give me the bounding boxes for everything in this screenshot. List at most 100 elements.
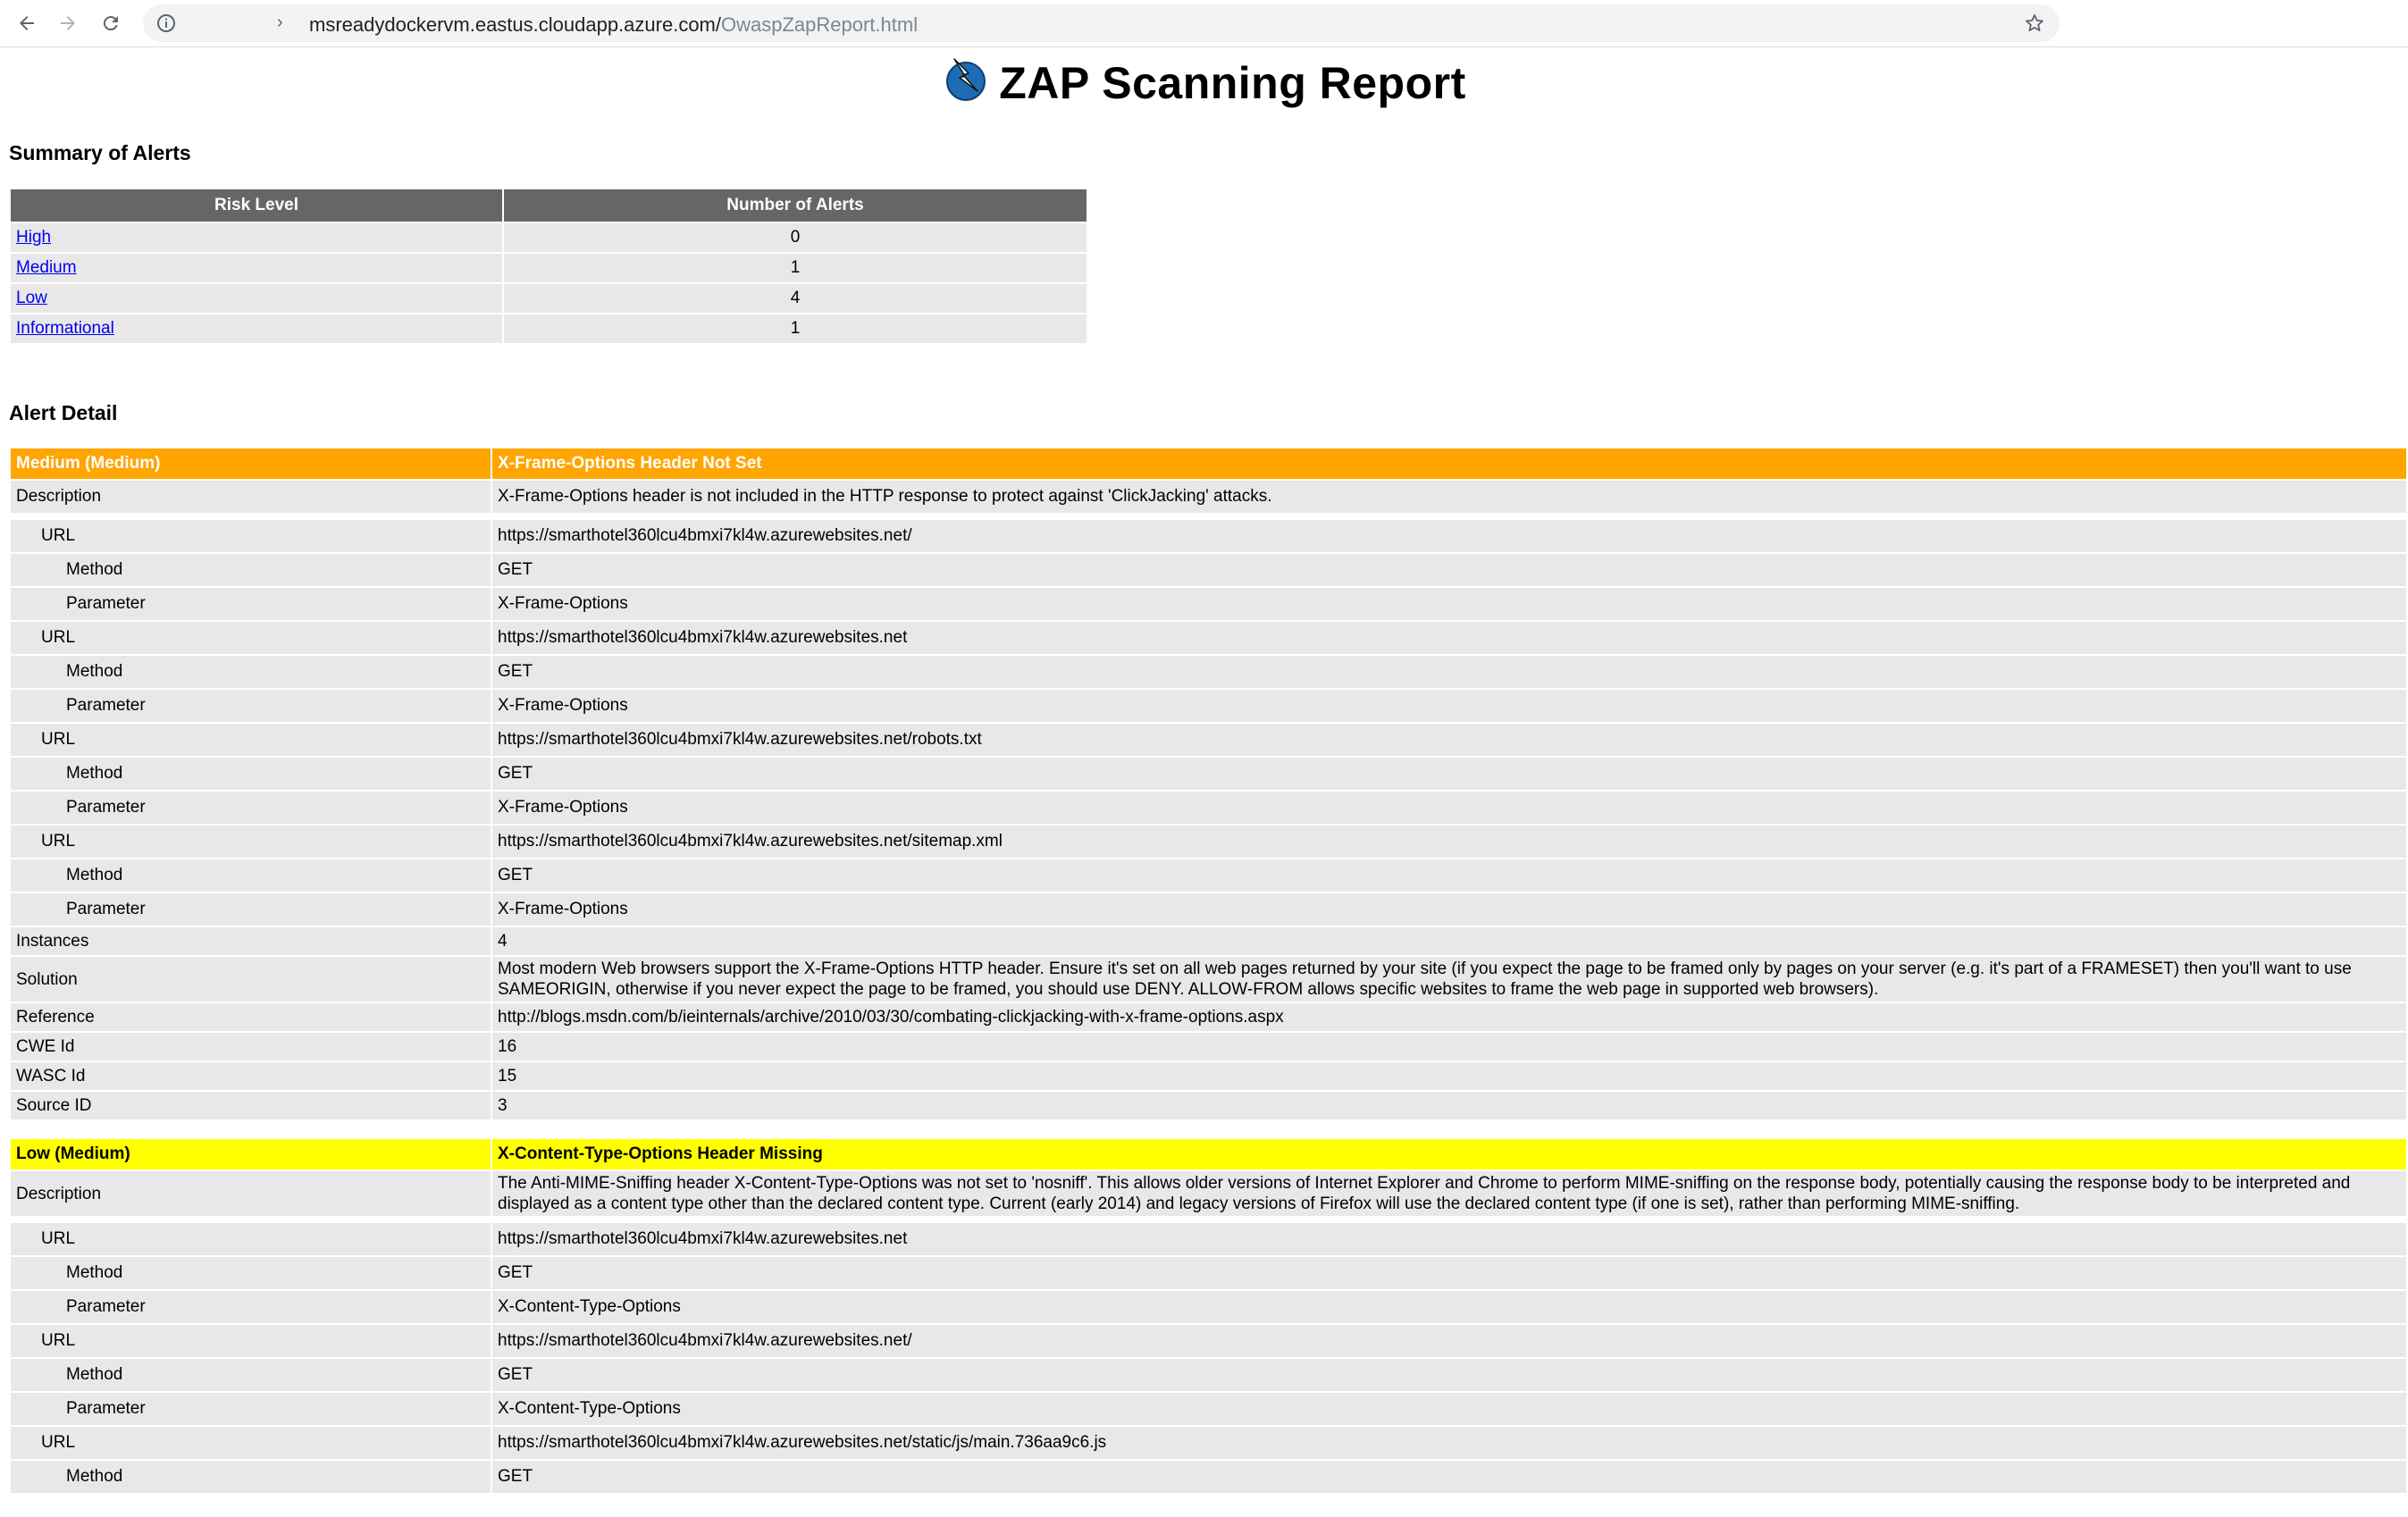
alert-name: X-Content-Type-Options Header Missing (492, 1139, 2406, 1169)
field-label: CWE Id (11, 1033, 491, 1060)
field-label: Description (11, 481, 491, 513)
bookmark-star-icon[interactable] (2024, 13, 2045, 34)
risk-link-medium[interactable]: Medium (16, 258, 77, 277)
alert-detail-heading: Alert Detail (9, 401, 118, 424)
field-value: GET (492, 859, 2406, 892)
table-row: Parameter X-Frame-Options (11, 893, 2406, 926)
alert-count: 1 (504, 254, 1087, 282)
field-value: GET (492, 656, 2406, 688)
field-value: X-Frame-Options (492, 893, 2406, 926)
table-row: CWE Id 16 (11, 1033, 2406, 1060)
table-row: URL https://smarthotel360lcu4bmxi7kl4w.az… (11, 1223, 2406, 1255)
field-value: https://smarthotel360lcu4bmxi7kl4w.azure… (492, 826, 2406, 858)
table-row: Source ID 3 (11, 1092, 2406, 1119)
alert-name: X-Frame-Options Header Not Set (492, 448, 2406, 479)
table-row: Parameter X-Frame-Options (11, 792, 2406, 824)
table-row: Method GET (11, 758, 2406, 790)
table-row: Instances 4 (11, 927, 2406, 955)
field-label: Parameter (11, 1291, 491, 1323)
field-label: Instances (11, 927, 491, 955)
risk-link-low[interactable]: Low (16, 289, 47, 307)
field-label: Parameter (11, 893, 491, 926)
field-value: The Anti-MIME-Sniffing header X-Content-… (492, 1171, 2406, 1216)
browser-toolbar: › msreadydockervm.eastus.cloudapp.azure.… (0, 0, 2408, 47)
field-label: Method (11, 1359, 491, 1391)
field-value: GET (492, 554, 2406, 586)
field-value: X-Content-Type-Options (492, 1393, 2406, 1425)
alert-header-medium: Medium (Medium) X-Frame-Options Header N… (11, 448, 2406, 479)
table-row: Method GET (11, 1359, 2406, 1391)
field-label: Description (11, 1171, 491, 1216)
table-row: Method GET (11, 656, 2406, 688)
alert-count: 1 (504, 314, 1087, 343)
field-label: Method (11, 656, 491, 688)
field-label: URL (11, 622, 491, 654)
url-separator: › (277, 13, 283, 32)
field-label: URL (11, 520, 491, 552)
table-row: Parameter X-Frame-Options (11, 690, 2406, 722)
field-label: Solution (11, 957, 491, 1002)
field-value: 4 (492, 927, 2406, 955)
table-row: Parameter X-Content-Type-Options (11, 1291, 2406, 1323)
field-label: Method (11, 758, 491, 790)
table-row: URL https://smarthotel360lcu4bmxi7kl4w.az… (11, 1325, 2406, 1357)
field-value: GET (492, 758, 2406, 790)
summary-heading: Summary of Alerts (9, 141, 191, 164)
field-label: URL (11, 1325, 491, 1357)
field-value: Most modern Web browsers support the X-F… (492, 957, 2406, 1002)
alert-risk: Medium (Medium) (11, 448, 491, 479)
field-label: Parameter (11, 690, 491, 722)
field-label: Parameter (11, 1393, 491, 1425)
risk-link-informational[interactable]: Informational (16, 319, 114, 338)
url-text[interactable]: msreadydockervm.eastus.cloudapp.azure.co… (309, 13, 918, 37)
field-value: https://smarthotel360lcu4bmxi7kl4w.azure… (492, 724, 2406, 756)
field-value: https://smarthotel360lcu4bmxi7kl4w.azure… (492, 622, 2406, 654)
field-label: Method (11, 1461, 491, 1493)
address-bar[interactable]: › msreadydockervm.eastus.cloudapp.azure.… (143, 4, 2060, 42)
field-value: X-Frame-Options header is not included i… (492, 481, 2406, 513)
field-label: URL (11, 1223, 491, 1255)
field-value: X-Frame-Options (492, 588, 2406, 620)
field-label: Method (11, 859, 491, 892)
field-label: URL (11, 1427, 491, 1459)
field-value: X-Frame-Options (492, 690, 2406, 722)
alert-count: 4 (504, 284, 1087, 313)
table-row: URL https://smarthotel360lcu4bmxi7kl4w.az… (11, 724, 2406, 756)
info-icon[interactable] (155, 13, 177, 34)
field-value: 3 (492, 1092, 2406, 1119)
table-row: URL https://smarthotel360lcu4bmxi7kl4w.az… (11, 520, 2406, 552)
table-row: Method GET (11, 554, 2406, 586)
page-title: ZAP Scanning Report (0, 55, 2408, 109)
field-value: X-Content-Type-Options (492, 1291, 2406, 1323)
back-icon[interactable] (11, 7, 43, 39)
field-value: 15 (492, 1062, 2406, 1090)
alert-detail-table: Medium (Medium) X-Frame-Options Header N… (9, 447, 2408, 1495)
field-value: https://smarthotel360lcu4bmxi7kl4w.azure… (492, 1223, 2406, 1255)
risk-link-high[interactable]: High (16, 228, 51, 247)
alert-header-low: Low (Medium) X-Content-Type-Options Head… (11, 1139, 2406, 1169)
field-value: GET (492, 1461, 2406, 1493)
table-row: Reference http://blogs.msdn.com/b/ieinter… (11, 1003, 2406, 1031)
table-row: Parameter X-Content-Type-Options (11, 1393, 2406, 1425)
field-label: Parameter (11, 588, 491, 620)
field-label: Parameter (11, 792, 491, 824)
table-row: Method GET (11, 1257, 2406, 1289)
field-value: https://smarthotel360lcu4bmxi7kl4w.azure… (492, 1325, 2406, 1357)
alert-risk: Low (Medium) (11, 1139, 491, 1169)
zap-logo-icon (946, 58, 986, 101)
table-row: Method GET (11, 859, 2406, 892)
field-value: http://blogs.msdn.com/b/ieinternals/arch… (492, 1003, 2406, 1031)
table-row: Solution Most modern Web browsers support… (11, 957, 2406, 1002)
col-risk-level: Risk Level (11, 189, 502, 222)
reload-icon[interactable] (95, 7, 127, 39)
table-row: Method GET (11, 1461, 2406, 1493)
col-number-alerts: Number of Alerts (504, 189, 1087, 222)
alert-count: 0 (504, 223, 1087, 252)
table-row: Description The Anti-MIME-Sniffing heade… (11, 1171, 2406, 1216)
table-row: Low 4 (11, 284, 1087, 313)
table-row: URL https://smarthotel360lcu4bmxi7kl4w.az… (11, 826, 2406, 858)
table-row: Informational 1 (11, 314, 1087, 343)
summary-table: Risk Level Number of Alerts High 0 Mediu… (9, 188, 1088, 345)
forward-icon[interactable] (52, 7, 84, 39)
field-label: Source ID (11, 1092, 491, 1119)
